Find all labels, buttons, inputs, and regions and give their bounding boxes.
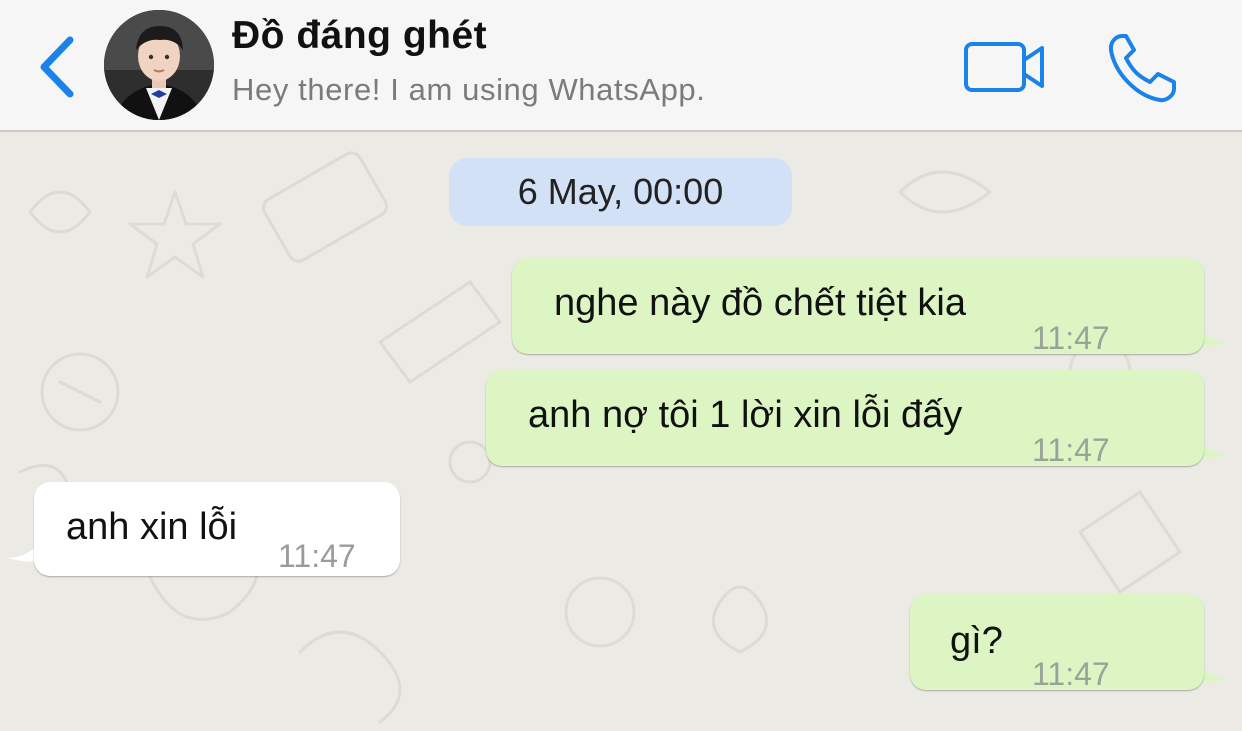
message-text: anh nợ tôi 1 lời xin lỗi đấy: [528, 394, 963, 436]
date-separator: 6 May, 00:00: [449, 158, 792, 226]
message-text: anh xin lỗi: [66, 506, 238, 548]
message-bubble-outgoing[interactable]: anh nợ tôi 1 lời xin lỗi đấy 11:47: [486, 370, 1204, 468]
message-timestamp: 11:47: [1032, 656, 1110, 692]
avatar[interactable]: [104, 10, 214, 120]
message-text: nghe này đồ chết tiệt kia: [554, 282, 966, 324]
chevron-left-icon[interactable]: [34, 34, 80, 100]
message-bubble-outgoing[interactable]: gì? 11:47: [910, 594, 1204, 692]
message-bubble-incoming[interactable]: anh xin lỗi 11:47: [34, 482, 400, 576]
chat-header: Đồ đáng ghét Hey there! I am using Whats…: [0, 0, 1242, 132]
phone-icon[interactable]: [1104, 30, 1180, 106]
message-timestamp: 11:47: [1032, 432, 1110, 468]
video-camera-icon[interactable]: [962, 38, 1048, 96]
message-timestamp: 11:47: [278, 538, 356, 574]
contact-status: Hey there! I am using WhatsApp.: [232, 72, 706, 107]
chat-area[interactable]: 6 May, 00:00 nghe này đồ chết tiệt kia 1…: [0, 132, 1242, 731]
message-bubble-outgoing[interactable]: nghe này đồ chết tiệt kia 11:47: [512, 258, 1204, 356]
contact-name[interactable]: Đồ đáng ghét: [232, 14, 487, 58]
message-timestamp: 11:47: [1032, 320, 1110, 356]
message-text: gì?: [950, 620, 1003, 662]
